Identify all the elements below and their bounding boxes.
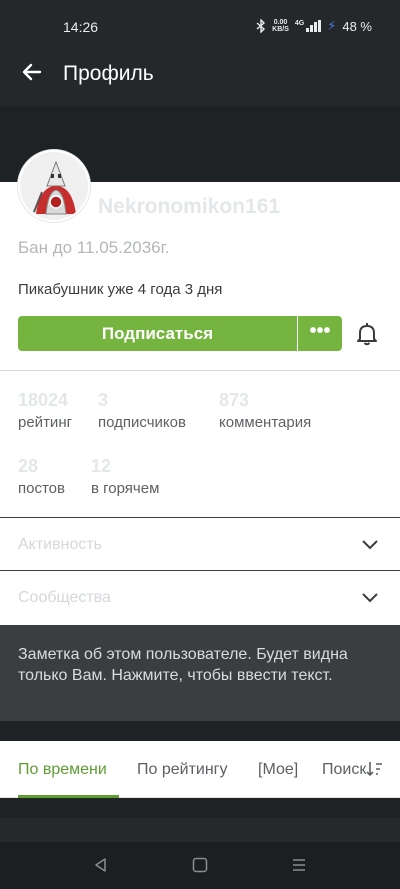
back-triangle-icon[interactable] bbox=[91, 855, 111, 875]
chevron-down-icon[interactable] bbox=[362, 540, 378, 550]
bell-icon[interactable] bbox=[356, 322, 378, 346]
page-title: Профиль bbox=[63, 62, 154, 85]
divider bbox=[0, 517, 400, 518]
system-nav-bar bbox=[0, 842, 400, 889]
tab-by-time[interactable]: По времени bbox=[18, 761, 107, 779]
username: Nekronomikon161 bbox=[98, 195, 281, 218]
chevron-down-icon[interactable] bbox=[362, 593, 378, 603]
status-icons: 0.00 KB/S 4G ⚡ 48 % bbox=[256, 18, 372, 34]
tab-search[interactable]: Поиск bbox=[322, 761, 366, 779]
tab-by-rating[interactable]: По рейтингу bbox=[137, 761, 228, 779]
network-type: 4G bbox=[294, 20, 305, 27]
sort-icon[interactable] bbox=[366, 760, 384, 778]
stat-comments[interactable]: 873 комментария bbox=[219, 390, 311, 431]
avatar[interactable] bbox=[18, 150, 90, 222]
subscribe-button[interactable]: Подписаться bbox=[18, 316, 297, 351]
stat-subscribers[interactable]: 3 подписчиков bbox=[98, 390, 186, 431]
spacer bbox=[0, 721, 400, 741]
bluetooth-icon bbox=[256, 19, 266, 33]
menu-lines-icon[interactable] bbox=[289, 855, 309, 875]
status-time: 14:26 bbox=[63, 19, 99, 35]
stat-rating: 18024 рейтинг bbox=[18, 390, 73, 431]
tab-mine[interactable]: [Мое] bbox=[258, 761, 298, 779]
net-speed: 0.00 KB/S bbox=[272, 19, 289, 33]
app-bar: Профиль bbox=[0, 52, 400, 106]
ban-status: Бан до 11.05.2036г. bbox=[18, 238, 170, 257]
status-bar: 14:26 0.00 KB/S 4G ⚡ 48 % bbox=[0, 0, 400, 52]
more-options-button[interactable]: ••• bbox=[298, 316, 342, 351]
activity-section-header[interactable]: Активность bbox=[18, 536, 102, 554]
stat-hot[interactable]: 12 в горячем bbox=[91, 456, 159, 497]
divider bbox=[0, 570, 400, 571]
stat-posts[interactable]: 28 постов bbox=[18, 456, 65, 497]
post-preview[interactable] bbox=[0, 818, 400, 842]
member-since: Пикабушник уже 4 года 3 дня bbox=[18, 281, 223, 298]
battery-level: 48 % bbox=[342, 18, 372, 34]
post-sort-tabs: По времени По рейтингу [Мое] Поиск bbox=[0, 741, 400, 798]
charging-icon: ⚡ bbox=[327, 18, 337, 33]
user-note-field[interactable]: Заметка об этом пользователе. Будет видн… bbox=[0, 625, 400, 721]
communities-section-header[interactable]: Сообщества bbox=[18, 589, 111, 607]
arrow-left-icon[interactable] bbox=[20, 52, 44, 92]
signal-icon: 4G bbox=[294, 20, 322, 32]
home-square-icon[interactable] bbox=[190, 855, 210, 875]
divider bbox=[0, 370, 400, 371]
